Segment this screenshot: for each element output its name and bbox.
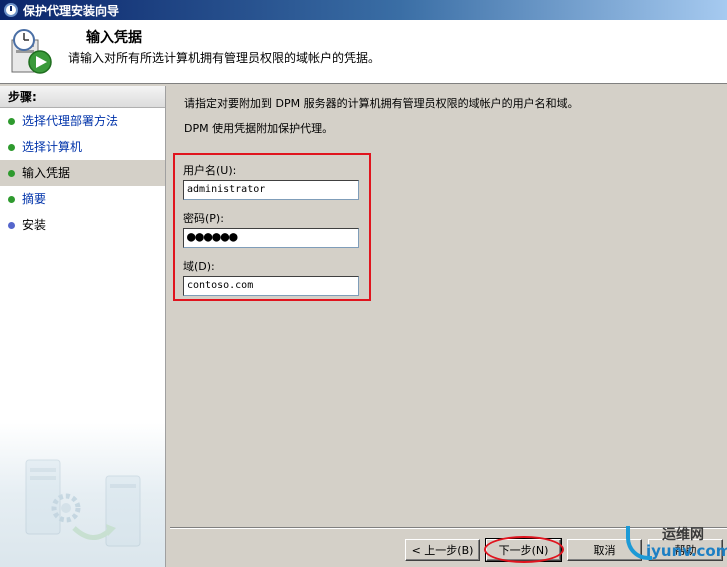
button-divider bbox=[170, 527, 727, 529]
step-label: 选择计算机 bbox=[22, 140, 83, 154]
step-item-select-computers[interactable]: 选择计算机 bbox=[0, 134, 165, 160]
step-label: 输入凭据 bbox=[22, 166, 71, 180]
step-item-install[interactable]: 安装 bbox=[0, 212, 165, 238]
step-status-dot-icon bbox=[8, 196, 15, 203]
page-subtitle: 请输入对所有所选计算机拥有管理员权限的域帐户的凭据。 bbox=[68, 51, 381, 65]
step-item-enter-credentials[interactable]: 输入凭据 bbox=[0, 160, 165, 186]
password-input[interactable]: ●●●●●● bbox=[183, 228, 359, 248]
clock-icon bbox=[4, 3, 18, 17]
page-title: 输入凭据 bbox=[86, 30, 142, 46]
wizard-clock-play-icon bbox=[11, 29, 52, 74]
step-status-dot-icon bbox=[8, 170, 15, 177]
password-label: 密码(P): bbox=[183, 212, 224, 225]
window-title: 保护代理安装向导 bbox=[23, 3, 120, 18]
instruction-text: 请指定对要附加到 DPM 服务器的计算机拥有管理员权限的域帐户的用户名和域。 bbox=[184, 97, 579, 110]
step-status-dot-icon bbox=[8, 118, 15, 125]
step-status-dot-icon bbox=[8, 144, 15, 151]
step-label: 选择代理部署方法 bbox=[22, 114, 119, 128]
next-button[interactable]: 下一步(N) bbox=[485, 538, 562, 562]
domain-label: 域(D): bbox=[183, 260, 215, 273]
credentials-highlight-box: 用户名(U): administrator 密码(P): ●●●●●● 域(D)… bbox=[173, 153, 371, 301]
window-title-bar[interactable]: 保护代理安装向导 bbox=[0, 0, 727, 20]
username-input[interactable]: administrator bbox=[183, 180, 359, 200]
domain-input[interactable]: contoso.com bbox=[183, 276, 359, 296]
step-label: 摘要 bbox=[22, 192, 47, 206]
instruction-note: DPM 使用凭据附加保护代理。 bbox=[184, 122, 334, 135]
credentials-content: 请指定对要附加到 DPM 服务器的计算机拥有管理员权限的域帐户的用户名和域。 D… bbox=[170, 86, 727, 526]
step-label: 安装 bbox=[22, 218, 47, 232]
step-item-deploy-method[interactable]: 选择代理部署方法 bbox=[0, 108, 165, 134]
step-item-summary[interactable]: 摘要 bbox=[0, 186, 165, 212]
help-button[interactable]: 帮助 bbox=[648, 539, 723, 561]
server-gear-illustration-icon bbox=[25, 459, 141, 547]
step-status-dot-icon bbox=[8, 222, 15, 229]
back-button[interactable]: < 上一步(B) bbox=[405, 539, 480, 561]
cancel-button[interactable]: 取消 bbox=[567, 539, 642, 561]
steps-heading: 步骤: bbox=[0, 86, 165, 108]
username-label: 用户名(U): bbox=[183, 164, 237, 177]
wizard-header: 输入凭据 请输入对所有所选计算机拥有管理员权限的域帐户的凭据。 bbox=[0, 20, 727, 84]
steps-pane: 步骤: 选择代理部署方法 选择计算机 输入凭据 摘要 安装 bbox=[0, 86, 166, 567]
steps-list: 选择代理部署方法 选择计算机 输入凭据 摘要 安装 bbox=[0, 108, 165, 238]
